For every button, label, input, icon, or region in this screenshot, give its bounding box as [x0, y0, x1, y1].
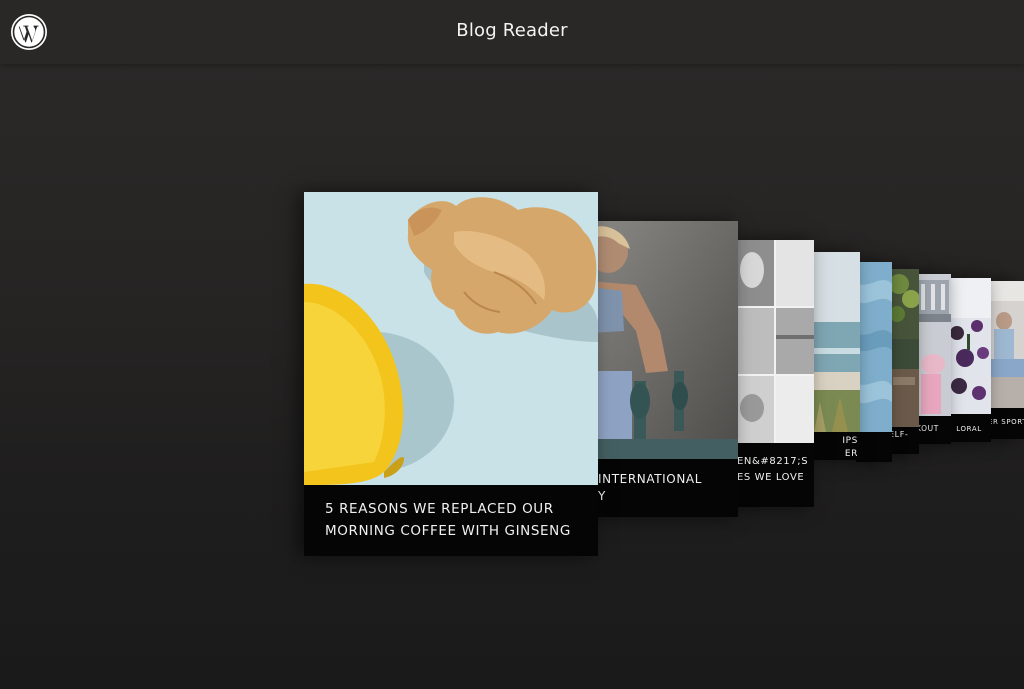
post-thumbnail [889, 269, 919, 427]
post-thumbnail [947, 278, 991, 414]
post-thumbnail [810, 252, 860, 432]
post-card[interactable]: ELF- [889, 269, 919, 454]
post-title: LORAL [956, 425, 982, 433]
app-title: Blog Reader [456, 20, 568, 41]
post-card[interactable]: KOUT [915, 274, 951, 444]
post-card[interactable] [856, 262, 892, 462]
post-card[interactable]: EN&#8217;S ES WE LOVE [734, 240, 814, 507]
post-card[interactable]: LORAL [947, 278, 991, 442]
post-thumbnail [304, 192, 598, 485]
post-thumbnail [856, 262, 892, 432]
post-card[interactable]: ER SPORT- [988, 281, 1024, 439]
post-thumbnail [915, 274, 951, 416]
post-title: 5 REASONS WE REPLACED OUR MORNING COFFEE… [325, 501, 571, 539]
post-title: ELF- [889, 430, 909, 439]
top-bar: Blog Reader [0, 0, 1024, 64]
post-card[interactable]: INTERNATIONAL Y [590, 221, 738, 517]
post-title: IPS ER [842, 436, 858, 459]
post-thumbnail [590, 221, 738, 459]
cover-flow-carousel[interactable]: ER SPORT- LORAL [0, 64, 1024, 689]
post-title: ER SPORT- [988, 418, 1024, 426]
post-title: INTERNATIONAL Y [598, 472, 703, 503]
post-thumbnail [734, 240, 814, 443]
post-title: EN&#8217;S ES WE LOVE [737, 456, 809, 483]
post-title: KOUT [916, 424, 939, 433]
post-card[interactable]: IPS ER [810, 252, 860, 460]
post-thumbnail [988, 281, 1024, 408]
post-card[interactable]: 5 REASONS WE REPLACED OUR MORNING COFFEE… [304, 192, 598, 556]
